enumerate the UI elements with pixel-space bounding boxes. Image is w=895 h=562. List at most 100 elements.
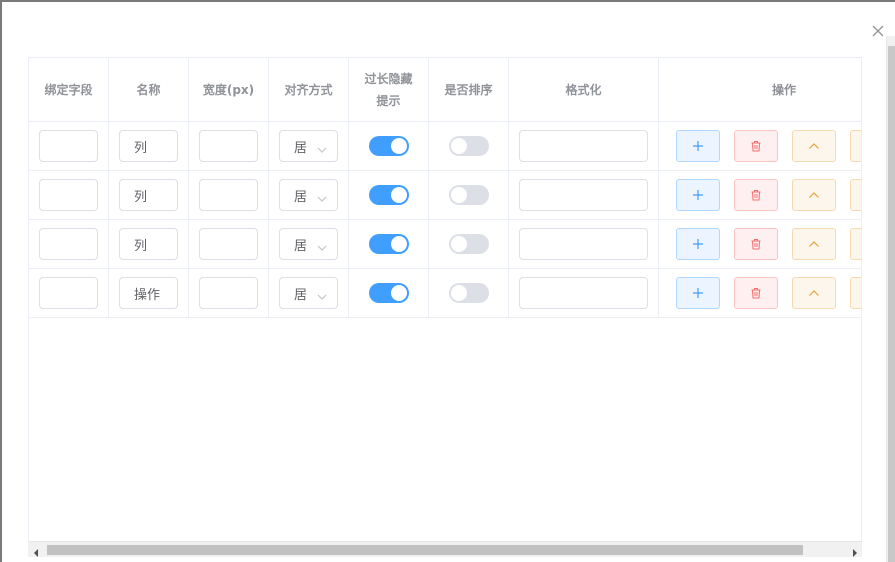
header-name: 名称: [109, 58, 189, 121]
move-up-button[interactable]: [792, 130, 836, 162]
trash-icon: [750, 189, 762, 201]
overflow-tooltip-switch[interactable]: [368, 234, 409, 254]
move-down-button[interactable]: [850, 228, 861, 260]
move-up-button[interactable]: [792, 179, 836, 211]
align-select-value: 居: [294, 287, 308, 303]
move-down-button[interactable]: [850, 130, 861, 162]
sortable-switch[interactable]: [448, 283, 489, 303]
format-input[interactable]: [519, 130, 648, 162]
scroll-right-arrow-icon[interactable]: [852, 546, 858, 560]
table-header-row: 绑定字段 名称 宽度(px) 对齐方式 过长隐藏 提示 是否排序 格式化 操作: [29, 58, 861, 122]
cell-field: [29, 220, 109, 268]
cell-width: [189, 220, 269, 268]
cell-overflow-tooltip: [349, 269, 429, 317]
sortable-switch[interactable]: [448, 136, 489, 156]
format-input[interactable]: [519, 277, 648, 309]
cell-name: [109, 269, 189, 317]
cell-sortable: [429, 122, 509, 170]
align-select[interactable]: 居: [279, 179, 338, 211]
name-input[interactable]: [119, 228, 178, 260]
horizontal-scrollbar-thumb[interactable]: [47, 545, 803, 555]
cell-field: [29, 122, 109, 170]
field-input[interactable]: [39, 228, 98, 260]
chevron-down-icon: [317, 142, 327, 157]
add-row-button[interactable]: [676, 228, 720, 260]
table-row: 居: [29, 122, 861, 171]
name-input[interactable]: [119, 179, 178, 211]
cell-sortable: [429, 220, 509, 268]
move-up-button[interactable]: [792, 228, 836, 260]
format-input[interactable]: [519, 179, 648, 211]
header-sortable: 是否排序: [429, 58, 509, 121]
vertical-scrollbar-thumb[interactable]: [888, 46, 895, 562]
trash-icon: [750, 140, 762, 152]
align-select-value: 居: [294, 140, 308, 156]
move-down-button[interactable]: [850, 179, 861, 211]
cell-width: [189, 122, 269, 170]
scroll-left-arrow-icon[interactable]: [33, 546, 39, 560]
switch-knob: [390, 187, 407, 203]
chevron-up-icon: [808, 289, 820, 297]
add-row-button[interactable]: [676, 179, 720, 211]
align-select[interactable]: 居: [279, 130, 338, 162]
chevron-down-icon: [317, 289, 327, 304]
trash-icon: [750, 287, 762, 299]
overflow-tooltip-switch[interactable]: [368, 283, 409, 303]
cell-field: [29, 171, 109, 219]
switch-knob: [450, 187, 467, 203]
cell-align: 居: [269, 220, 349, 268]
overflow-tooltip-switch[interactable]: [368, 136, 409, 156]
close-icon[interactable]: [871, 24, 885, 38]
field-input[interactable]: [39, 130, 98, 162]
cell-name: [109, 171, 189, 219]
cell-overflow-tooltip: [349, 122, 429, 170]
cell-sortable: [429, 171, 509, 219]
format-input[interactable]: [519, 228, 648, 260]
switch-knob: [450, 138, 467, 154]
delete-row-button[interactable]: [734, 277, 778, 309]
horizontal-scrollbar[interactable]: [28, 541, 862, 557]
header-overflow-tooltip: 过长隐藏 提示: [349, 58, 429, 121]
cell-align: 居: [269, 122, 349, 170]
delete-row-button[interactable]: [734, 179, 778, 211]
width-input[interactable]: [199, 228, 258, 260]
header-width: 宽度(px): [189, 58, 269, 121]
move-down-button[interactable]: [850, 277, 861, 309]
cell-sortable: [429, 269, 509, 317]
header-format: 格式化: [509, 58, 659, 121]
delete-row-button[interactable]: [734, 130, 778, 162]
sortable-switch[interactable]: [448, 185, 489, 205]
field-input[interactable]: [39, 179, 98, 211]
field-input[interactable]: [39, 277, 98, 309]
delete-row-button[interactable]: [734, 228, 778, 260]
align-select[interactable]: 居: [279, 228, 338, 260]
cell-name: [109, 220, 189, 268]
cell-width: [189, 171, 269, 219]
plus-icon: [692, 140, 704, 152]
width-input[interactable]: [199, 277, 258, 309]
switch-knob: [450, 236, 467, 252]
sortable-switch[interactable]: [448, 234, 489, 254]
add-row-button[interactable]: [676, 277, 720, 309]
width-input[interactable]: [199, 130, 258, 162]
chevron-up-icon: [808, 191, 820, 199]
cell-align: 居: [269, 269, 349, 317]
chevron-up-icon: [808, 142, 820, 150]
align-select[interactable]: 居: [279, 277, 338, 309]
align-select-value: 居: [294, 238, 308, 254]
switch-knob: [450, 285, 467, 301]
add-row-button[interactable]: [676, 130, 720, 162]
cell-format: [509, 122, 659, 170]
table-row: 居: [29, 220, 861, 269]
name-input[interactable]: [119, 130, 178, 162]
cell-width: [189, 269, 269, 317]
width-input[interactable]: [199, 179, 258, 211]
cell-field: [29, 269, 109, 317]
cell-align: 居: [269, 171, 349, 219]
name-input[interactable]: [119, 277, 178, 309]
overflow-tooltip-switch[interactable]: [368, 185, 409, 205]
cell-ops: [659, 122, 861, 170]
move-up-button[interactable]: [792, 277, 836, 309]
align-select-value: 居: [294, 189, 308, 205]
column-config-dialog: 绑定字段 名称 宽度(px) 对齐方式 过长隐藏提示 是否排序 格式化 操作 居…: [2, 2, 895, 562]
